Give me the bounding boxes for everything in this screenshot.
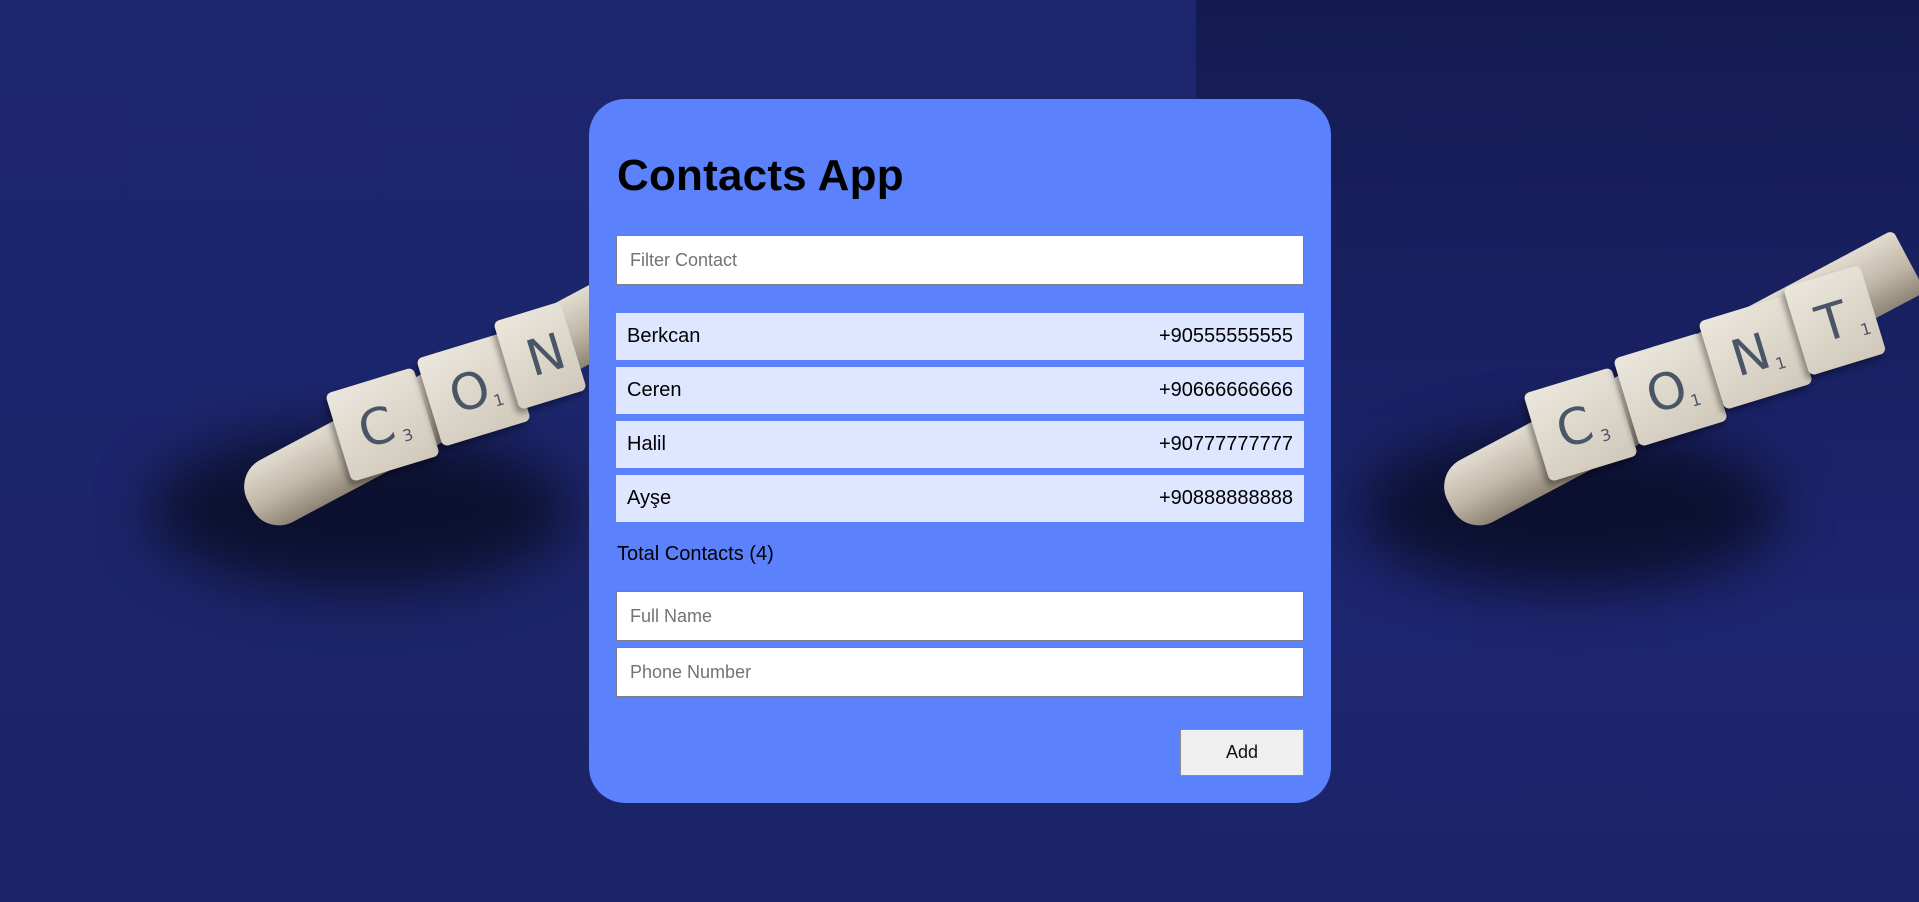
contact-list: Berkcan +90555555555 Ceren +90666666666 … xyxy=(616,313,1304,529)
contact-row[interactable]: Halil +90777777777 xyxy=(616,421,1304,468)
contact-phone: +90777777777 xyxy=(1158,433,1293,455)
app-title: Contacts App xyxy=(617,151,904,200)
add-button[interactable]: Add xyxy=(1180,729,1304,776)
filter-contact-input[interactable] xyxy=(616,235,1304,285)
contact-row[interactable]: Ceren +90666666666 xyxy=(616,367,1304,414)
contacts-card: Contacts App Berkcan +90555555555 Ceren … xyxy=(589,99,1331,803)
contact-row[interactable]: Ayşe +90888888888 xyxy=(616,475,1304,522)
contact-phone: +90555555555 xyxy=(1158,325,1293,347)
full-name-input[interactable] xyxy=(616,591,1304,641)
contact-name: Ceren xyxy=(627,379,682,401)
phone-number-input[interactable] xyxy=(616,647,1304,697)
contact-phone: +90666666666 xyxy=(1158,379,1293,401)
contact-row[interactable]: Berkcan +90555555555 xyxy=(616,313,1304,360)
contact-name: Halil xyxy=(627,433,666,455)
total-contacts-label: Total Contacts (4) xyxy=(617,543,774,565)
contact-name: Berkcan xyxy=(627,325,701,347)
contact-phone: +90888888888 xyxy=(1158,487,1293,509)
contact-name: Ayşe xyxy=(627,487,672,509)
